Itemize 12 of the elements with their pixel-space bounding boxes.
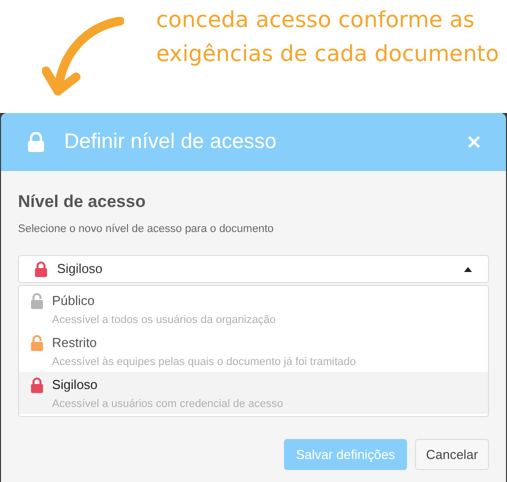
cancel-button[interactable]: Cancelar [414,439,489,470]
close-icon [468,136,480,148]
section-heading: Nível de acesso [18,191,147,213]
lock-icon [27,132,45,152]
annotation-text: conceda acesso conforme as [156,7,474,35]
curved-arrow-icon [42,17,124,97]
dialog-title: Definir nível de acesso [64,129,276,156]
access-option[interactable]: Sigiloso Acessível a usuários com credencial de acesso [19,372,488,414]
section-description: Selecione o novo nível de acesso para o documento [18,222,275,236]
access-level-select[interactable]: Sigiloso [18,255,489,283]
annotation-text: exigências de cada documento [156,41,499,69]
close-button[interactable] [468,136,480,148]
